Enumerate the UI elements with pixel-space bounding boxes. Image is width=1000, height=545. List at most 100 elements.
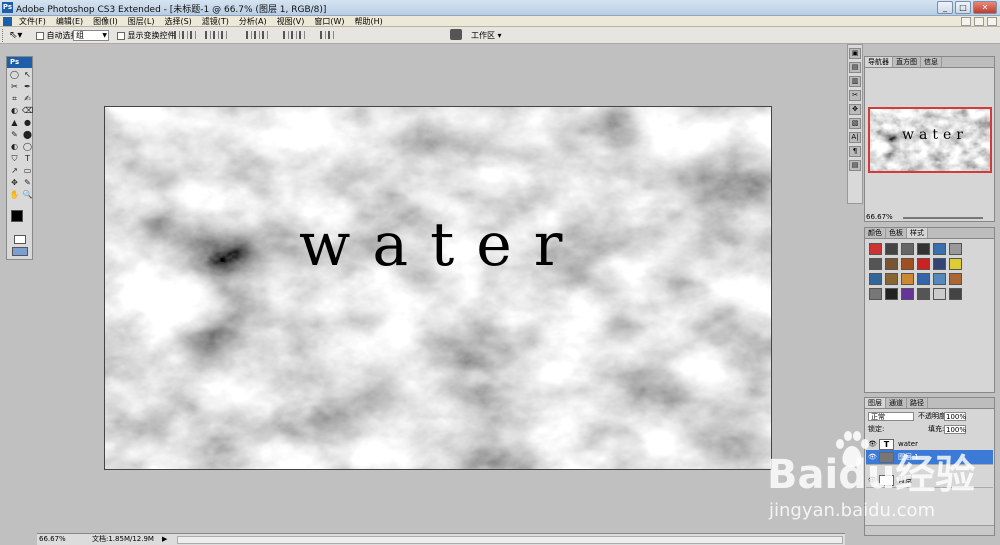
paragraph-icon[interactable]: ¶ bbox=[849, 146, 861, 157]
tab-color[interactable]: 颜色 bbox=[865, 228, 886, 238]
path-selection-tool-icon[interactable]: ↗ bbox=[9, 166, 20, 176]
auto-align-icon[interactable] bbox=[320, 31, 326, 39]
style-swatch[interactable] bbox=[901, 273, 914, 285]
style-swatch[interactable] bbox=[933, 288, 946, 300]
style-swatch[interactable] bbox=[949, 258, 962, 270]
style-swatch[interactable] bbox=[917, 288, 930, 300]
lasso-tool-icon[interactable]: ✂ bbox=[9, 82, 20, 92]
menu-help[interactable]: 帮助(H) bbox=[355, 16, 383, 27]
style-swatch[interactable] bbox=[869, 288, 882, 300]
style-swatch[interactable] bbox=[917, 258, 930, 270]
foreground-color-swatch[interactable] bbox=[11, 210, 23, 222]
menu-edit[interactable]: 编辑(E) bbox=[56, 16, 83, 27]
style-swatch[interactable] bbox=[885, 288, 898, 300]
crop-tool-icon[interactable]: ⌗ bbox=[9, 94, 20, 104]
opacity-input[interactable]: 100% bbox=[944, 412, 966, 421]
align-bottom-icon[interactable] bbox=[190, 31, 196, 39]
workspace-button[interactable]: 工作区 ▾ bbox=[471, 30, 502, 41]
eraser-tool-icon[interactable]: ✎ bbox=[9, 130, 20, 140]
menu-filter[interactable]: 滤镜(T) bbox=[202, 16, 229, 27]
layers-footer-buttons[interactable] bbox=[865, 525, 994, 535]
tab-histogram[interactable]: 直方图 bbox=[893, 57, 921, 67]
style-swatch[interactable] bbox=[933, 273, 946, 285]
healing-brush-tool-icon[interactable]: ◐ bbox=[9, 106, 20, 116]
dodge-tool-icon[interactable]: ◯ bbox=[22, 142, 33, 152]
distribute-bottom-icon[interactable] bbox=[262, 31, 268, 39]
style-swatch[interactable] bbox=[869, 273, 882, 285]
auto-select-dropdown[interactable]: 组 ▼ bbox=[73, 30, 109, 41]
align-top-icon[interactable] bbox=[174, 31, 180, 39]
style-swatch[interactable] bbox=[885, 243, 898, 255]
show-transform-check-icon[interactable] bbox=[117, 31, 125, 40]
minimize-button[interactable]: _ bbox=[937, 1, 953, 14]
maximize-button[interactable]: □ bbox=[955, 1, 971, 14]
style-swatch[interactable] bbox=[933, 258, 946, 270]
style-swatch[interactable] bbox=[917, 273, 930, 285]
dock-icon-2[interactable]: ▤ bbox=[849, 62, 861, 73]
distribute-top-icon[interactable] bbox=[246, 31, 252, 39]
tab-paths[interactable]: 路径 bbox=[907, 398, 928, 408]
auto-select-check-icon[interactable] bbox=[36, 31, 44, 40]
shape-tool-icon[interactable]: ▭ bbox=[22, 166, 33, 176]
style-swatch[interactable] bbox=[869, 243, 882, 255]
blur-tool-icon[interactable]: ◐ bbox=[9, 142, 20, 152]
distribute-right-icon[interactable] bbox=[299, 31, 305, 39]
style-swatch[interactable] bbox=[917, 243, 930, 255]
eyedropper-tool-icon[interactable]: ✎ bbox=[22, 178, 33, 188]
menu-layer[interactable]: 图层(L) bbox=[128, 16, 155, 27]
style-swatch[interactable] bbox=[949, 243, 962, 255]
navigator-zoom-slider[interactable] bbox=[903, 217, 983, 219]
pen-tool-icon[interactable]: ⛉ bbox=[9, 154, 20, 164]
slice-tool-icon[interactable]: ✍ bbox=[22, 94, 33, 104]
layer-comps-icon[interactable]: ▤ bbox=[849, 160, 861, 171]
document-canvas[interactable]: water bbox=[104, 106, 772, 470]
eye-icon[interactable]: 👁 bbox=[868, 454, 877, 461]
eye-icon[interactable]: 👁 bbox=[868, 441, 877, 448]
layer-row-background[interactable]: 👁 背景 bbox=[866, 473, 993, 488]
show-transform-checkbox[interactable]: 显示变换控件 bbox=[117, 30, 176, 41]
camera-icon[interactable] bbox=[450, 29, 462, 40]
menu-window[interactable]: 窗口(W) bbox=[314, 16, 344, 27]
quick-mask-icon[interactable] bbox=[14, 235, 26, 244]
move-tool-preset-icon[interactable]: ⇖▾ bbox=[9, 29, 31, 42]
style-swatch[interactable] bbox=[869, 258, 882, 270]
style-swatch[interactable] bbox=[933, 243, 946, 255]
align-vcenter-icon[interactable] bbox=[182, 31, 188, 39]
type-tool-icon[interactable]: T bbox=[22, 154, 33, 164]
align-hcenter-icon[interactable] bbox=[213, 31, 219, 39]
brushes-icon[interactable]: ✥ bbox=[849, 104, 861, 115]
options-grip[interactable] bbox=[2, 29, 5, 42]
dock-icon-1[interactable]: ▣ bbox=[849, 48, 861, 59]
align-right-icon[interactable] bbox=[221, 31, 227, 39]
dock-icon-3[interactable]: ▥ bbox=[849, 76, 861, 87]
blend-mode-dropdown[interactable]: 正常 bbox=[868, 412, 914, 421]
clone-source-icon[interactable]: ▧ bbox=[849, 118, 861, 129]
hand-tool-icon[interactable]: ✋ bbox=[9, 190, 20, 200]
menu-image[interactable]: 图像(I) bbox=[93, 16, 118, 27]
layer-row-layer1[interactable]: 👁 图层 1 bbox=[866, 450, 993, 465]
marquee-tool-icon[interactable]: ◯ bbox=[9, 70, 20, 80]
3d-tool-icon[interactable]: ✥ bbox=[9, 178, 20, 188]
doc-restore-button[interactable] bbox=[974, 17, 984, 26]
gradient-tool-icon[interactable]: ⬤ bbox=[22, 130, 33, 140]
style-swatch[interactable] bbox=[949, 273, 962, 285]
tab-info[interactable]: 信息 bbox=[921, 57, 942, 67]
history-brush-tool-icon[interactable]: ● bbox=[22, 118, 33, 128]
style-swatch[interactable] bbox=[885, 273, 898, 285]
distribute-left-icon[interactable] bbox=[283, 31, 289, 39]
doc-close-button[interactable] bbox=[987, 17, 997, 26]
tab-channels[interactable]: 通道 bbox=[886, 398, 907, 408]
style-swatch[interactable] bbox=[901, 288, 914, 300]
tab-layers[interactable]: 图层 bbox=[865, 398, 886, 408]
menu-select[interactable]: 选择(S) bbox=[164, 16, 191, 27]
menu-view[interactable]: 视图(V) bbox=[277, 16, 305, 27]
brush-tool-icon[interactable]: ⌫ bbox=[22, 106, 33, 116]
navigator-zoom-value[interactable]: 66.67% bbox=[866, 213, 893, 221]
distribute-vcenter-icon[interactable] bbox=[254, 31, 260, 39]
style-swatch[interactable] bbox=[949, 288, 962, 300]
screen-mode-icon[interactable] bbox=[12, 247, 28, 256]
auto-blend-icon[interactable] bbox=[328, 31, 334, 39]
magic-wand-tool-icon[interactable]: ✒ bbox=[22, 82, 33, 92]
distribute-hcenter-icon[interactable] bbox=[291, 31, 297, 39]
tab-navigator[interactable]: 导航器 bbox=[865, 57, 893, 67]
